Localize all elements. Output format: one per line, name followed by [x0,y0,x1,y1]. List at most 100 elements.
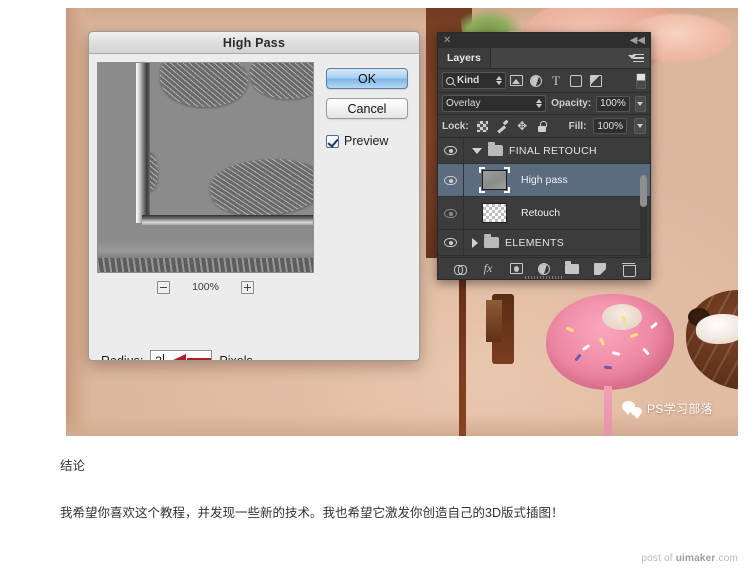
eye-icon [444,146,457,155]
lock-transparent-pixels-icon[interactable] [476,120,489,133]
layer-name: FINAL RETOUCH [509,144,597,157]
pink-donut [546,294,674,390]
type-layer-filter-icon[interactable]: T [546,72,566,90]
chevron-updown-icon [496,76,502,85]
article-text: 结论 我希望你喜欢这个教程，并发现一些新的技术。我也希望它激发你创造自己的3D版… [60,455,700,526]
annotation-arrow-icon [171,354,212,360]
fill-label: Fill: [568,120,587,132]
layers-panel: ✕ ◀◀ Layers Kind T Overlay Opacity: 100%… [437,32,651,280]
panel-bottom-toolbar: fx [438,257,650,279]
article-heading: 结论 [60,459,86,473]
chocolate-chunk-left-secondary [486,300,502,342]
preview-vertical-edge [136,63,150,223]
radius-units-label: Pixels [219,353,253,361]
filter-preview[interactable] [97,62,314,273]
folder-icon [484,234,499,248]
pink-glaze-drip [604,386,612,436]
link-layers-icon[interactable] [453,261,468,276]
layer-visibility-toggle[interactable] [438,197,464,229]
chevron-updown-icon [536,99,543,108]
opacity-value[interactable]: 100% [596,95,630,112]
panel-tabbar: Layers [438,48,650,69]
table-row[interactable]: FINAL RETOUCH [438,138,650,164]
new-adjustment-layer-icon[interactable] [537,261,552,276]
pixel-layer-filter-icon[interactable] [506,72,526,90]
dialog-body: 100% Radius: 3 Pixels OK Cancel Preview [89,54,419,361]
chevron-right-icon[interactable] [472,237,478,248]
eye-icon [444,238,457,247]
radius-control-row: Radius: 3 Pixels [101,350,253,361]
preview-zoom-controls: 100% [97,278,314,296]
layer-row-content: ELEMENTS [464,230,650,255]
lock-image-pixels-icon[interactable] [496,120,509,133]
panel-menu-icon[interactable] [628,53,644,63]
collapse-panel-icon[interactable]: ◀◀ [630,35,645,46]
wechat-icon [622,401,642,419]
dialog-titlebar[interactable]: High Pass [89,32,419,54]
fill-dropdown-icon[interactable] [634,118,646,134]
panel-scrollbar[interactable] [640,175,647,267]
layer-row-content: High pass [464,164,650,196]
zoom-level-label: 100% [192,281,219,293]
adjustment-layer-filter-icon[interactable] [526,72,546,90]
layer-filter-row: Kind T [438,69,650,93]
layer-thumbnail[interactable] [482,203,507,223]
site-credit: post of uimaker.com [641,553,738,564]
screenshot-photo: PS学习部落 High Pass 100% Radius: 3 Pixels O… [66,8,738,436]
tab-layers[interactable]: Layers [438,48,491,68]
ok-button[interactable]: OK [326,68,408,89]
cancel-button[interactable]: Cancel [326,98,408,119]
smart-object-filter-icon[interactable] [586,72,606,90]
opacity-label: Opacity: [551,98,592,109]
blend-mode-value: Overlay [446,98,481,109]
layer-filter-kind-select[interactable]: Kind [442,72,506,89]
layers-list: FINAL RETOUCH High pass Retouch ELEMENTS [438,138,650,256]
add-layer-mask-icon[interactable] [509,261,524,276]
lock-label: Lock: [442,120,469,132]
add-layer-style-icon[interactable]: fx [481,261,496,276]
opacity-dropdown-icon[interactable] [634,95,646,112]
article-paragraph: 我希望你喜欢这个教程，并发现一些新的技术。我也希望它激发你创造自己的3D版式插图… [60,505,564,520]
chocolate-drip-stream [459,258,466,436]
layer-name: High pass [521,174,568,186]
shape-layer-filter-icon[interactable] [566,72,586,90]
preview-checkbox[interactable] [326,134,339,148]
chocolate-donut-cream [696,314,738,344]
layer-visibility-toggle[interactable] [438,230,464,255]
preview-checkbox-label: Preview [344,134,389,148]
kind-label: Kind [457,75,480,86]
radius-value: 3 [155,353,163,361]
table-row[interactable]: ELEMENTS [438,230,650,256]
scrollbar-thumb[interactable] [640,175,647,207]
credit-suffix: .com [715,553,738,564]
preview-checkbox-row[interactable]: Preview [326,134,388,148]
zoom-in-button[interactable] [240,280,254,294]
layer-name: ELEMENTS [505,236,564,249]
new-group-icon[interactable] [565,260,580,276]
layer-thumbnail[interactable] [479,167,510,193]
blend-mode-row: Overlay Opacity: 100% [438,93,650,115]
layer-visibility-toggle[interactable] [438,138,464,163]
blend-mode-select[interactable]: Overlay [442,95,547,112]
lock-position-icon[interactable]: ✥ [516,120,529,133]
layer-row-content: FINAL RETOUCH [464,138,650,163]
delete-layer-icon[interactable] [621,261,636,277]
panel-resize-grip[interactable] [525,276,563,279]
watermark-text: PS学习部落 [647,402,713,416]
table-row[interactable]: High pass [438,164,650,197]
radius-label: Radius: [101,353,144,361]
layer-visibility-toggle[interactable] [438,164,464,196]
table-row[interactable]: Retouch [438,197,650,230]
preview-horizontal-edge [142,215,313,225]
watermark: PS学习部落 [622,400,713,419]
zoom-out-button[interactable] [157,280,171,294]
radius-input[interactable]: 3 [150,350,213,361]
folder-icon [488,142,503,156]
chevron-down-icon[interactable] [472,147,482,154]
layer-name: Retouch [521,207,561,219]
close-icon[interactable]: ✕ [443,35,451,46]
lock-all-icon[interactable] [536,120,549,133]
new-layer-icon[interactable] [593,261,608,276]
filter-toggle-switch[interactable] [636,72,646,89]
fill-value[interactable]: 100% [593,118,627,134]
